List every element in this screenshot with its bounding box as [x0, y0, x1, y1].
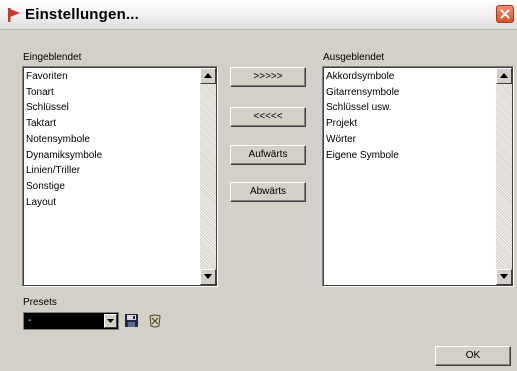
window-title: Einstellungen... — [25, 6, 140, 23]
title-bar[interactable]: Einstellungen... — [0, 0, 517, 30]
shown-list-items: Favoriten Tonart Schlüssel Taktart Notensymb… — [26, 69, 102, 210]
hidden-list[interactable]: Akkordsymbole Gitarrensymbole Schlüssel us… — [322, 66, 514, 287]
chevron-down-icon — [107, 319, 114, 323]
list-item[interactable]: Notensymbole — [26, 132, 102, 148]
hidden-list-scrollbar[interactable] — [496, 68, 512, 285]
move-down-button[interactable]: Abwärts — [230, 182, 306, 202]
list-item[interactable]: Favoriten — [26, 69, 102, 85]
list-item[interactable]: Linien/Triller — [26, 163, 102, 179]
delete-preset-icon[interactable] — [147, 313, 163, 329]
arrow-up-icon — [500, 73, 508, 78]
arrow-down-icon — [204, 274, 212, 279]
scroll-down-button[interactable] — [200, 269, 216, 285]
list-item[interactable]: Schlüssel — [26, 100, 102, 116]
presets-dropdown-button[interactable] — [104, 314, 117, 328]
list-item[interactable]: Schlüssel usw. — [326, 100, 399, 116]
close-icon — [500, 9, 510, 19]
hidden-list-items: Akkordsymbole Gitarrensymbole Schlüssel us… — [326, 69, 399, 163]
move-up-button[interactable]: Aufwärts — [230, 145, 306, 165]
scroll-up-button[interactable] — [496, 68, 512, 84]
list-item[interactable]: Tonart — [26, 85, 102, 101]
list-item[interactable]: Eigene Symbole — [326, 148, 399, 164]
presets-select[interactable]: - — [23, 312, 119, 330]
scroll-down-button[interactable] — [496, 269, 512, 285]
list-item[interactable]: Dynamiksymbole — [26, 148, 102, 164]
arrow-down-icon — [500, 274, 508, 279]
hidden-list-label: Ausgeblendet — [323, 52, 385, 63]
list-item[interactable]: Projekt — [326, 116, 399, 132]
shown-list-scrollbar[interactable] — [200, 68, 216, 285]
move-to-shown-button[interactable]: <<<<< — [230, 107, 306, 127]
presets-value: - — [28, 315, 32, 326]
scroll-up-button[interactable] — [200, 68, 216, 84]
shown-list[interactable]: Favoriten Tonart Schlüssel Taktart Notensymb… — [22, 66, 218, 287]
list-item[interactable]: Layout — [26, 195, 102, 211]
list-item[interactable]: Sonstige — [26, 179, 102, 195]
ok-button[interactable]: OK — [435, 346, 511, 366]
close-button[interactable] — [496, 5, 514, 23]
app-icon — [8, 8, 20, 22]
presets-label: Presets — [23, 297, 57, 308]
save-preset-icon[interactable] — [124, 313, 140, 329]
list-item[interactable]: Gitarrensymbole — [326, 85, 399, 101]
move-to-hidden-button[interactable]: >>>>> — [230, 67, 306, 87]
arrow-up-icon — [204, 73, 212, 78]
list-item[interactable]: Taktart — [26, 116, 102, 132]
list-item[interactable]: Wörter — [326, 132, 399, 148]
settings-dialog: Einstellungen... Eingeblendet Favoriten T… — [0, 0, 517, 371]
shown-list-label: Eingeblendet — [23, 52, 82, 63]
list-item[interactable]: Akkordsymbole — [326, 69, 399, 85]
